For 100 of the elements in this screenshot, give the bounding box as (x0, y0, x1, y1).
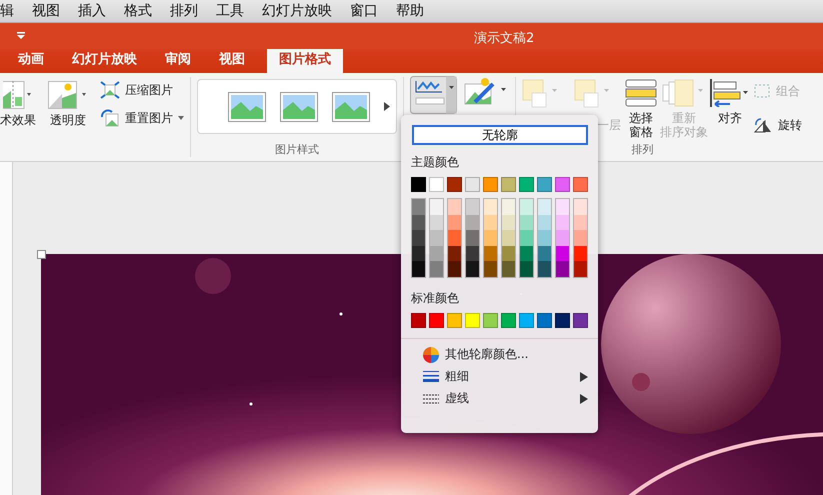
color-swatch[interactable] (430, 199, 443, 215)
gallery-next-icon[interactable] (384, 102, 390, 111)
color-swatch[interactable] (573, 312, 588, 328)
rotate-label[interactable]: 旋转 (778, 118, 802, 132)
menu-item[interactable]: 排列 (170, 2, 207, 20)
color-swatch[interactable] (574, 246, 587, 262)
color-swatch[interactable] (484, 230, 497, 246)
picture-border-button[interactable] (410, 76, 457, 114)
color-swatch[interactable] (448, 199, 461, 215)
color-swatch[interactable] (484, 261, 497, 277)
color-swatch[interactable] (484, 214, 497, 230)
color-swatch[interactable] (466, 199, 479, 215)
picture-style-icon[interactable] (228, 92, 266, 122)
color-swatch[interactable] (411, 177, 426, 192)
color-swatch[interactable] (556, 230, 569, 246)
color-swatch[interactable] (502, 246, 515, 262)
color-swatch[interactable] (555, 312, 570, 328)
color-swatch[interactable] (502, 214, 515, 230)
color-swatch[interactable] (448, 261, 461, 277)
color-swatch[interactable] (538, 214, 551, 230)
color-swatch[interactable] (466, 230, 479, 246)
ribbon-tab[interactable]: 视图 (207, 46, 257, 73)
color-swatch[interactable] (466, 246, 479, 262)
menu-item[interactable]: 粗细 (411, 366, 588, 388)
arrange-command-label[interactable]: 对齐 (718, 111, 742, 125)
color-swatch[interactable] (484, 246, 497, 262)
quick-access-icon[interactable] (16, 32, 26, 40)
dropdown-caret-icon[interactable] (178, 116, 184, 120)
color-swatch[interactable] (448, 230, 461, 246)
picture-effects-icon[interactable] (463, 76, 509, 106)
color-swatch[interactable] (448, 246, 461, 262)
color-swatch[interactable] (538, 246, 551, 262)
menu-item[interactable]: 插入 (78, 2, 115, 20)
color-swatch[interactable] (556, 214, 569, 230)
color-swatch[interactable] (573, 177, 588, 192)
color-swatch[interactable] (556, 246, 569, 262)
color-swatch[interactable] (447, 177, 462, 192)
color-swatch[interactable] (502, 261, 515, 277)
color-swatch[interactable] (520, 199, 533, 215)
menu-item[interactable]: 帮助 (396, 2, 433, 20)
color-swatch[interactable] (556, 261, 569, 277)
color-swatch[interactable] (448, 214, 461, 230)
ribbon-tab[interactable]: 动画 (6, 46, 56, 73)
color-swatch[interactable] (520, 261, 533, 277)
compress-picture-icon[interactable] (100, 81, 120, 99)
color-swatch[interactable] (412, 230, 425, 246)
color-swatch[interactable] (483, 312, 498, 328)
align-icon[interactable] (710, 79, 750, 107)
color-swatch[interactable] (537, 312, 552, 328)
menu-item[interactable]: 虚线 (411, 388, 588, 410)
color-swatch[interactable] (412, 214, 425, 230)
color-swatch[interactable] (430, 214, 443, 230)
color-swatch[interactable] (483, 177, 498, 192)
color-swatch[interactable] (465, 177, 480, 192)
ribbon-tab[interactable]: 幻灯片放映 (60, 46, 149, 73)
menu-item[interactable]: 格式 (124, 2, 161, 20)
color-swatch[interactable] (501, 177, 516, 192)
reset-picture-icon[interactable] (100, 109, 120, 127)
menu-item[interactable]: 窗口 (350, 2, 387, 20)
color-swatch[interactable] (430, 230, 443, 246)
color-swatch[interactable] (519, 177, 534, 192)
selection-pane-icon[interactable] (625, 79, 657, 107)
menu-item[interactable]: 其他轮廓颜色... (411, 344, 588, 366)
color-swatch[interactable] (501, 312, 516, 328)
arrange-command-label[interactable]: 选择 窗格 (629, 111, 653, 139)
color-swatch[interactable] (430, 261, 443, 277)
color-swatch[interactable] (502, 199, 515, 215)
resize-handle[interactable] (37, 250, 46, 259)
color-swatch[interactable] (466, 214, 479, 230)
no-outline-button[interactable]: 无轮廓 (412, 125, 588, 145)
color-swatch[interactable] (430, 246, 443, 262)
color-swatch[interactable] (555, 177, 570, 192)
rotate-icon[interactable] (753, 117, 773, 133)
color-swatch[interactable] (429, 312, 444, 328)
color-swatch[interactable] (412, 246, 425, 262)
color-swatch[interactable] (574, 199, 587, 215)
color-swatch[interactable] (574, 261, 587, 277)
menu-item[interactable]: 辑 (0, 2, 23, 20)
color-swatch[interactable] (447, 312, 462, 328)
color-swatch[interactable] (465, 312, 480, 328)
menu-item[interactable]: 视图 (32, 2, 69, 20)
menu-item[interactable]: 工具 (216, 2, 253, 20)
color-swatch[interactable] (538, 199, 551, 215)
color-swatch[interactable] (574, 214, 587, 230)
color-swatch[interactable] (484, 199, 497, 215)
picture-style-icon[interactable] (280, 92, 318, 122)
picture-style-icon[interactable] (332, 92, 370, 122)
color-swatch[interactable] (538, 230, 551, 246)
transparency-icon[interactable] (48, 81, 88, 109)
color-swatch[interactable] (412, 199, 425, 215)
menu-item[interactable]: 幻灯片放映 (262, 2, 341, 20)
color-swatch[interactable] (520, 246, 533, 262)
color-swatch[interactable] (574, 230, 587, 246)
color-swatch[interactable] (520, 230, 533, 246)
color-swatch[interactable] (429, 177, 444, 192)
color-swatch[interactable] (411, 312, 426, 328)
color-swatch[interactable] (502, 230, 515, 246)
color-swatch[interactable] (519, 312, 534, 328)
color-swatch[interactable] (556, 199, 569, 215)
color-swatch[interactable] (537, 177, 552, 192)
